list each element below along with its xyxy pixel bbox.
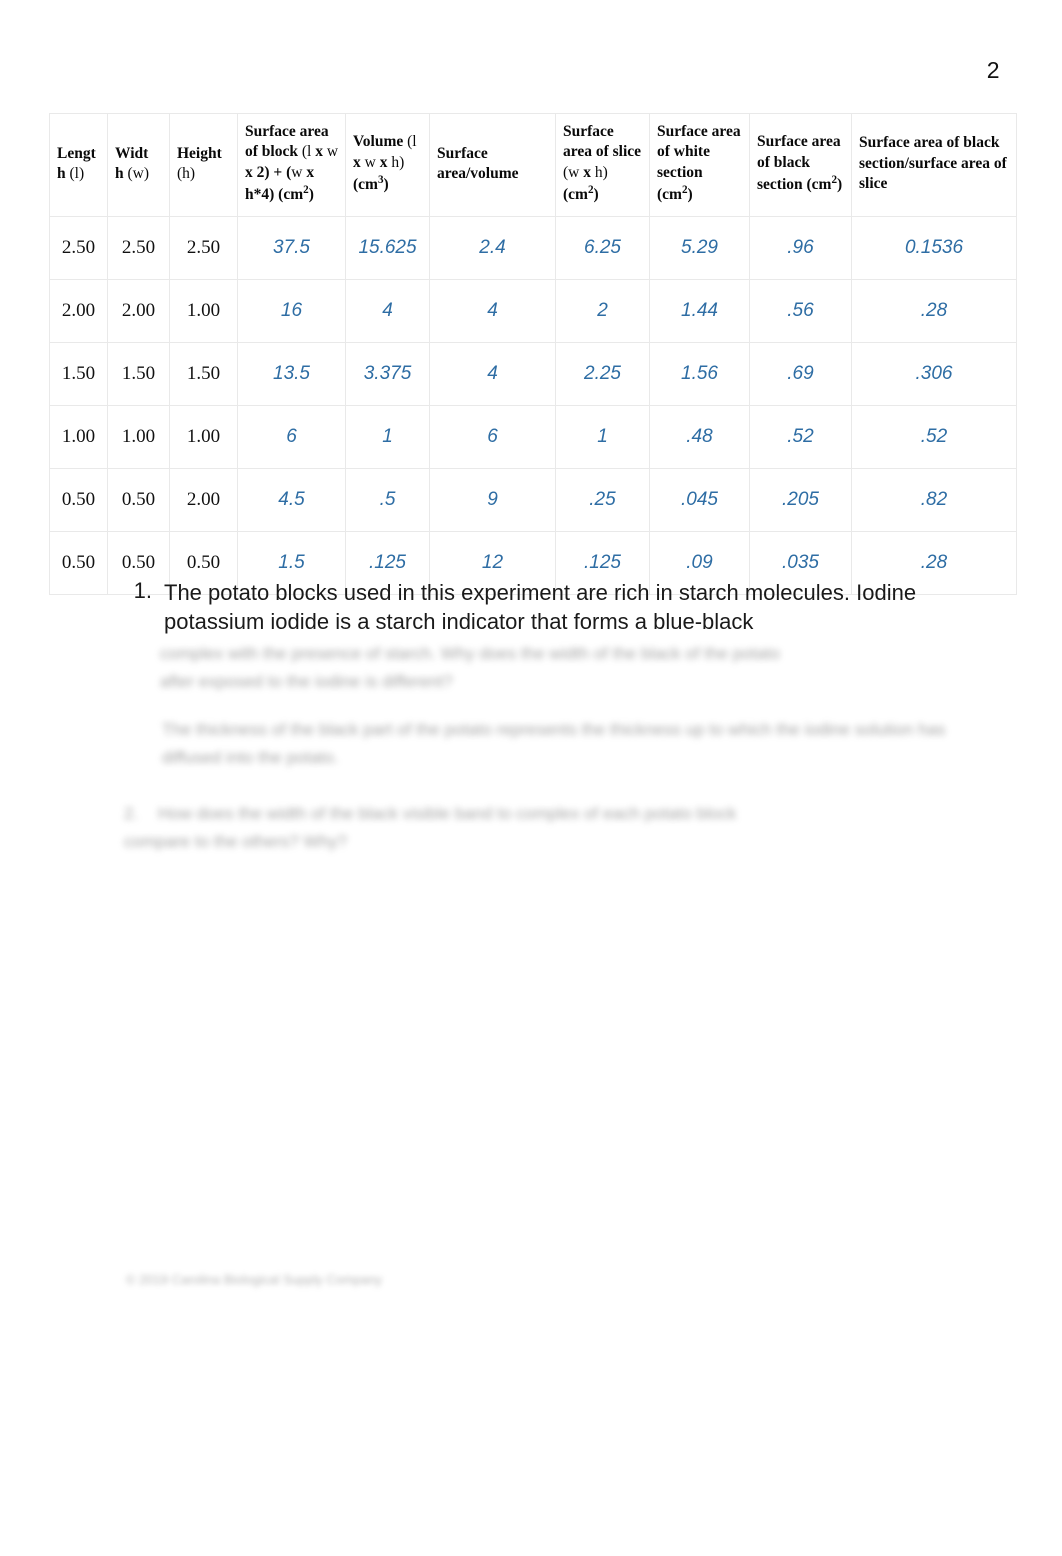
cell-length: 1.50 [49,341,108,406]
cell-height: 1.00 [169,404,238,469]
column-header-surface-area-volume: Surface area/volume [429,113,556,217]
obscured-question-2-marker: 2. [124,804,139,823]
cell-surface-area-black: .69 [749,341,852,406]
question-text: The potato blocks used in this experimen… [164,580,917,635]
column-header-surface-area-white: Surface area of white section (cm2) [649,113,750,217]
obscured-footer-copyright: © 2019 Carolina Biological Supply Compan… [126,1272,383,1287]
cell-surface-area-volume: 4 [429,341,556,406]
cell-surface-area-black: .56 [749,278,852,343]
obscured-paragraph-2: The thickness of the black part of the p… [162,720,946,767]
cell-black-ratio: .82 [851,467,1017,532]
cell-length: 0.50 [49,530,108,595]
cell-surface-area-volume: 6 [429,404,556,469]
cell-surface-area-block: 13.5 [237,341,346,406]
cell-surface-area-slice: 2.25 [555,341,650,406]
cell-length: 2.50 [49,215,108,280]
obscured-question-2-text: How does the width of the black visible … [124,804,737,851]
cell-surface-area-block: 6 [237,404,346,469]
cell-surface-area-white: 1.44 [649,278,750,343]
column-header-length: Lengt h (l) [49,113,108,217]
cell-surface-area-white: .48 [649,404,750,469]
questions-list: 1. The potato blocks used in this experi… [124,578,954,637]
column-header-surface-area-slice: Surface area of slice (w x h) (cm2) [555,113,650,217]
table-header: Lengt h (l) Widt h (w) Height (h) Surface a… [49,113,1017,217]
table-header-row: Lengt h (l) Widt h (w) Height (h) Surface a… [49,113,1017,217]
cell-surface-area-block: 37.5 [237,215,346,280]
question-item-1: 1. The potato blocks used in this experi… [124,578,954,637]
cell-surface-area-slice: 2 [555,278,650,343]
column-header-volume: Volume (l x w x h) (cm3) [345,113,430,217]
column-header-width: Widt h (w) [107,113,170,217]
cell-surface-area-volume: 2.4 [429,215,556,280]
table-row: 1.50 1.50 1.50 13.5 3.375 4 2.25 1.56 .6… [49,341,1017,406]
cell-width: 0.50 [107,467,170,532]
cell-black-ratio: 0.1536 [851,215,1017,280]
table-body: 2.50 2.50 2.50 37.5 15.625 2.4 6.25 5.29… [49,215,1017,595]
cell-surface-area-slice: .25 [555,467,650,532]
table-row: 2.50 2.50 2.50 37.5 15.625 2.4 6.25 5.29… [49,215,1017,280]
cell-volume: 1 [345,404,430,469]
column-header-surface-area-black: Surface area of black section (cm2) [749,113,852,217]
table-row: 2.00 2.00 1.00 16 4 4 2 1.44 .56 .28 [49,278,1017,343]
column-header-black-ratio: Surface area of black section/surface ar… [851,113,1017,217]
cell-surface-area-volume: 4 [429,278,556,343]
cell-volume: 15.625 [345,215,430,280]
cell-surface-area-black: .96 [749,215,852,280]
cell-surface-area-block: 4.5 [237,467,346,532]
cell-height: 1.50 [169,341,238,406]
cell-width: 1.00 [107,404,170,469]
cell-length: 2.00 [49,278,108,343]
cell-length: 1.00 [49,404,108,469]
cell-volume: .5 [345,467,430,532]
cell-width: 2.50 [107,215,170,280]
cell-surface-area-white: .045 [649,467,750,532]
cell-width: 1.50 [107,341,170,406]
cell-black-ratio: .52 [851,404,1017,469]
cell-height: 2.50 [169,215,238,280]
obscured-question-2: 2. How does the width of the black visibl… [124,800,784,855]
obscured-paragraph-1: complex with the presence of starch. Why… [160,644,780,691]
column-header-surface-area-block: Surface area of block (l x w x 2) + (w x… [237,113,346,217]
cell-surface-area-slice: 1 [555,404,650,469]
cell-width: 2.00 [107,278,170,343]
measurements-table-container: Lengt h (l) Widt h (w) Height (h) Surface a… [49,113,1017,595]
page-number: 2 [986,57,1000,83]
table-row: 0.50 0.50 2.00 4.5 .5 9 .25 .045 .205 .8… [49,467,1017,532]
cell-surface-area-slice: 6.25 [555,215,650,280]
cell-volume: 3.375 [345,341,430,406]
cell-height: 1.00 [169,278,238,343]
cell-surface-area-white: 1.56 [649,341,750,406]
cell-black-ratio: .28 [851,278,1017,343]
document-page: 2 Lengt h (l) Widt h (w) Height (h) Surface… [0,0,1062,1556]
cell-black-ratio: .306 [851,341,1017,406]
table-row: 1.00 1.00 1.00 6 1 6 1 .48 .52 .52 [49,404,1017,469]
cell-surface-area-white: 5.29 [649,215,750,280]
cell-volume: 4 [345,278,430,343]
column-header-height: Height (h) [169,113,238,217]
cell-surface-area-block: 16 [237,278,346,343]
cell-height: 2.00 [169,467,238,532]
cell-surface-area-black: .52 [749,404,852,469]
cell-surface-area-black: .205 [749,467,852,532]
question-marker: 1. [133,578,152,603]
cell-length: 0.50 [49,467,108,532]
measurements-table: Lengt h (l) Widt h (w) Height (h) Surface a… [49,113,1017,595]
cell-surface-area-volume: 9 [429,467,556,532]
